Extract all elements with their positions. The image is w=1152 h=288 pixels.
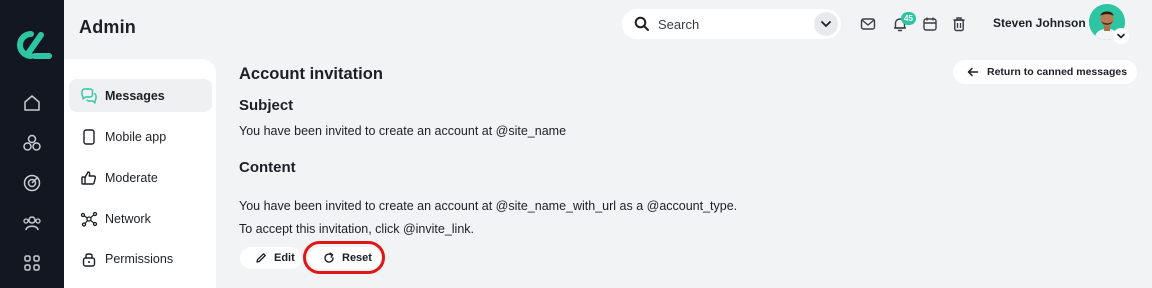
calendar-icon[interactable]: [921, 15, 939, 33]
thumbs-up-icon: [80, 169, 98, 187]
chat-icon: [80, 87, 98, 105]
content-line: You have been invited to create an accou…: [239, 199, 738, 213]
trash-icon[interactable]: [950, 15, 968, 33]
apps-icon[interactable]: [22, 253, 42, 273]
arrow-left-icon: [967, 67, 979, 77]
settings-sidebar: Messages Mobile app Moderate Network Per…: [64, 59, 216, 288]
search-input[interactable]: [658, 16, 808, 32]
chevron-down-icon: [821, 21, 831, 27]
chevron-down-icon: [1117, 33, 1125, 39]
sidebar-item-label: Moderate: [105, 170, 158, 185]
content-heading: Content: [239, 159, 296, 176]
network-icon: [80, 210, 98, 228]
sidebar-item-mobile-app[interactable]: Mobile app: [69, 120, 212, 153]
user-name[interactable]: Steven Johnson: [993, 16, 1086, 30]
page-title: Admin: [79, 17, 136, 37]
edit-button-label: Edit: [274, 252, 295, 264]
grid-objects-icon[interactable]: [22, 133, 42, 153]
message-title: Account invitation: [239, 65, 383, 83]
return-to-canned-messages-button[interactable]: Return to canned messages: [953, 60, 1137, 84]
search-box[interactable]: [622, 9, 841, 39]
search-scope-dropdown[interactable]: [814, 12, 838, 36]
users-icon[interactable]: [22, 213, 42, 233]
sidebar-item-label: Mobile app: [105, 129, 167, 144]
return-button-label: Return to canned messages: [987, 66, 1128, 78]
sidebar-item-label: Messages: [105, 88, 165, 103]
target-icon[interactable]: [22, 173, 42, 193]
reset-highlight-ring: [303, 241, 385, 274]
sidebar-item-network[interactable]: Network: [69, 202, 212, 235]
subject-heading: Subject: [239, 97, 294, 114]
content-line: To accept this invitation, click @invite…: [239, 222, 475, 236]
search-icon: [634, 16, 649, 31]
home-icon[interactable]: [22, 93, 42, 113]
sidebar-item-moderate[interactable]: Moderate: [69, 161, 212, 194]
app-logo[interactable]: [11, 30, 53, 60]
sidebar-item-label: Network: [105, 211, 151, 226]
app-rail: [0, 0, 64, 288]
edit-button[interactable]: Edit: [240, 247, 302, 269]
subject-text: You have been invited to create an accou…: [239, 124, 567, 138]
notification-badge: 45: [901, 12, 916, 25]
sidebar-item-permissions[interactable]: Permissions: [69, 242, 212, 275]
sidebar-item-label: Permissions: [105, 251, 174, 266]
pencil-icon: [256, 253, 266, 263]
sidebar-item-messages[interactable]: Messages: [69, 79, 212, 112]
account-menu-toggle[interactable]: [1113, 28, 1129, 44]
lock-icon: [80, 250, 98, 268]
phone-icon: [80, 128, 98, 146]
mail-icon[interactable]: [859, 15, 877, 33]
